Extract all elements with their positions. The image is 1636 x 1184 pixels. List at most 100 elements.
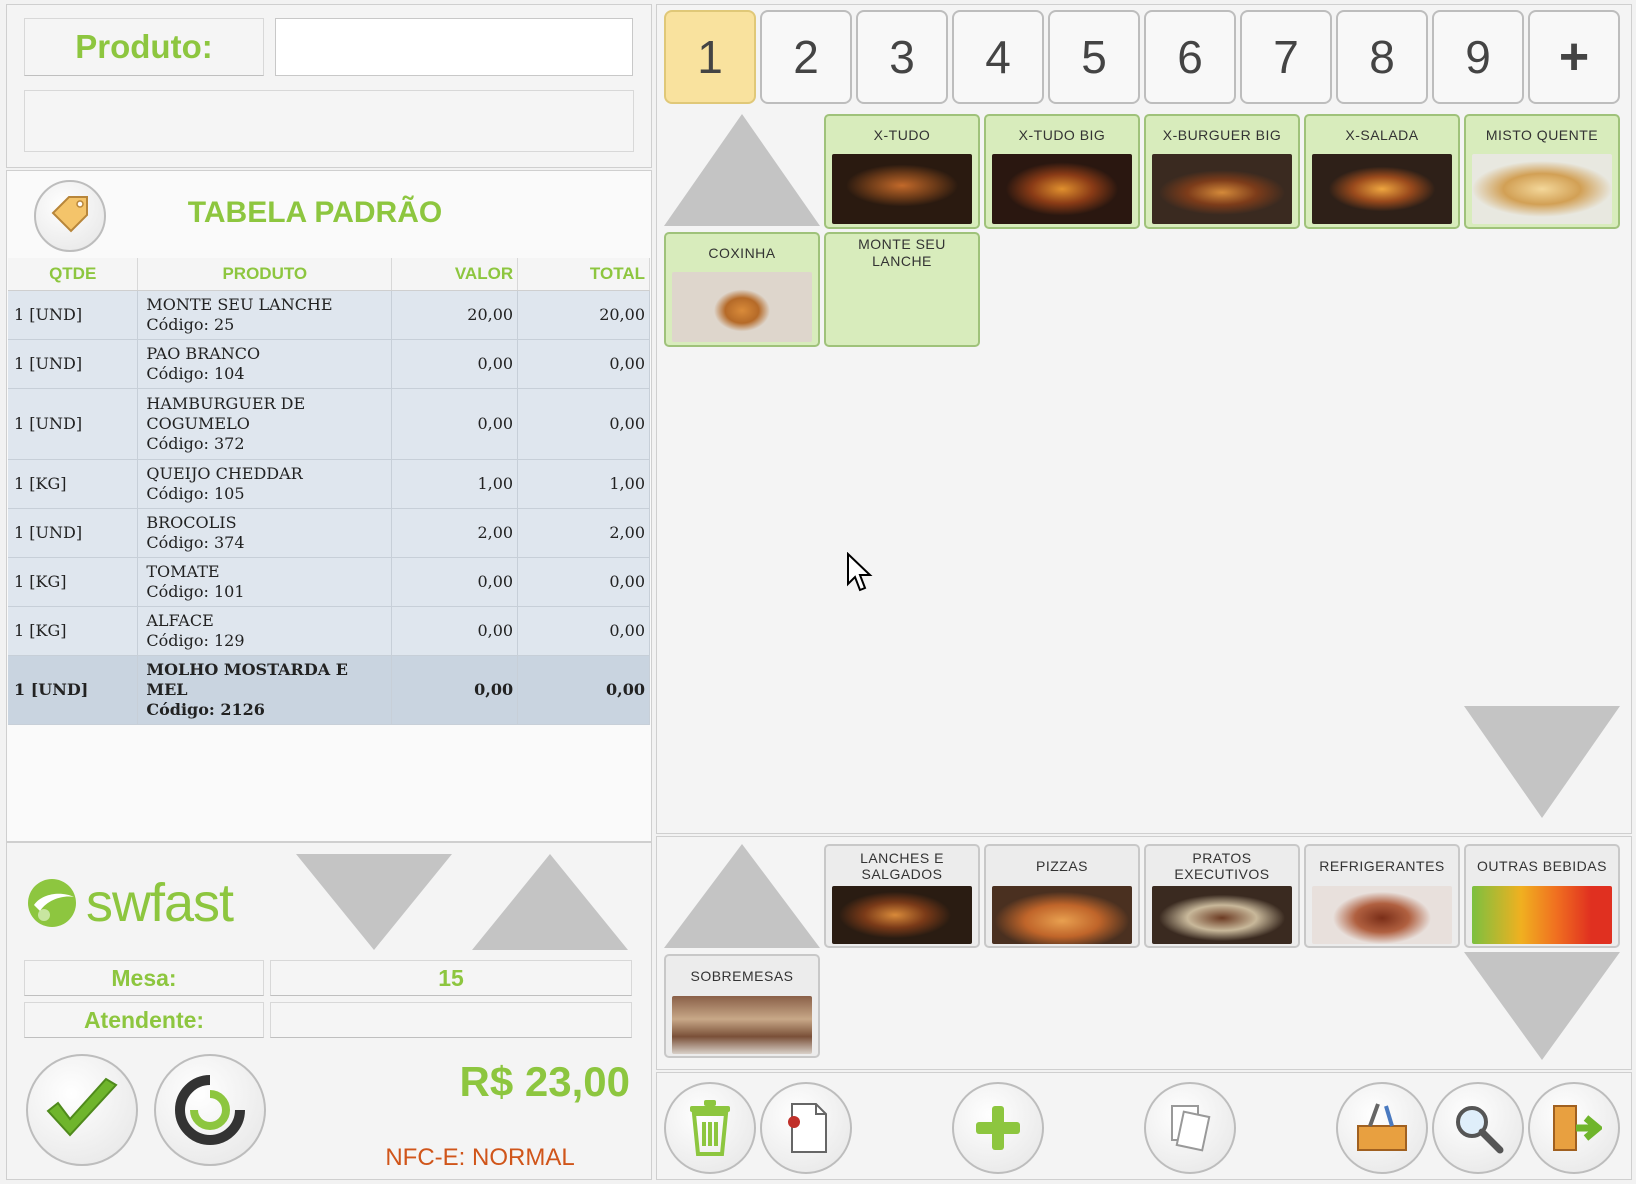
row-product-code: Código: 372: [146, 433, 245, 453]
scroll-up-order-button[interactable]: [472, 854, 628, 950]
row-product-name: BROCOLIS: [146, 512, 237, 532]
row-qty: 1 [KG]: [8, 459, 139, 509]
row-value: 20,00: [391, 290, 519, 340]
row-total: 1,00: [517, 459, 650, 509]
page-tab-3[interactable]: 3: [856, 10, 948, 104]
table-row[interactable]: 1 [KG] QUEIJO CHEDDAR Código: 105 1,00 1,…: [8, 459, 650, 509]
table-row[interactable]: 1 [KG] ALFACE Código: 129 0,00 0,00: [8, 606, 650, 656]
column-header-total: TOTAL: [517, 258, 650, 291]
toolbox-icon: [1357, 1103, 1407, 1151]
category-pratos-executivos[interactable]: PRATOS EXECUTIVOS: [1144, 844, 1300, 948]
row-product: MOLHO MOSTARDA E MEL Código: 2126: [137, 655, 393, 725]
product-card-x-salada[interactable]: X-SALADA: [1304, 114, 1460, 229]
delete-button[interactable]: [664, 1082, 756, 1174]
row-value: 2,00: [391, 508, 519, 558]
dessert-photo: [672, 996, 812, 1054]
burger-photo: [832, 886, 972, 944]
table-row[interactable]: 1 [UND] HAMBURGUER DE COGUMELO Código: 37…: [8, 388, 650, 460]
table-row[interactable]: 1 [KG] TOMATE Código: 101 0,00 0,00: [8, 557, 650, 607]
scroll-down-order-button[interactable]: [296, 854, 452, 950]
row-product-code: Código: 105: [146, 483, 245, 503]
category-sobremesas[interactable]: SOBREMESAS: [664, 954, 820, 1058]
burger-photo: [1312, 154, 1452, 224]
product-card-misto-quente[interactable]: MISTO QUENTE: [1464, 114, 1620, 229]
product-card-label: MISTO QUENTE: [1485, 126, 1599, 143]
column-header-product: PRODUTO: [137, 258, 393, 291]
product-card-label: X-SALADA: [1345, 126, 1419, 143]
price-table-button[interactable]: [34, 180, 106, 252]
trash-icon: [690, 1100, 730, 1156]
table-row[interactable]: 1 [UND] MONTE SEU LANCHE Código: 25 20,00…: [8, 290, 650, 340]
table-header-row: QTDE PRODUTO VALOR TOTAL: [8, 258, 650, 291]
column-header-qty: QTDE: [8, 258, 139, 291]
row-value: 0,00: [391, 388, 519, 460]
exit-button[interactable]: [1528, 1082, 1620, 1174]
copy-documents-button[interactable]: [1144, 1082, 1236, 1174]
burger-photo: [1152, 154, 1292, 224]
mouse-cursor-icon: [847, 552, 873, 592]
row-product-name: QUEIJO CHEDDAR: [146, 463, 303, 483]
row-total: 0,00: [517, 388, 650, 460]
table-row[interactable]: 1 [UND] BROCOLIS Código: 374 2,00 2,00: [8, 508, 650, 558]
category-label: PIZZAS: [1035, 858, 1088, 874]
product-card-x-tudo[interactable]: X-TUDO: [824, 114, 980, 229]
refresh-button[interactable]: [154, 1054, 266, 1166]
row-product: PAO BRANCO Código: 104: [137, 339, 393, 389]
add-item-button[interactable]: [952, 1082, 1044, 1174]
category-label: OUTRAS BEBIDAS: [1477, 858, 1607, 874]
row-product-code: Código: 101: [146, 581, 245, 601]
row-product-name: TOMATE: [146, 561, 220, 581]
row-product-code: Código: 374: [146, 532, 245, 552]
category-pizzas[interactable]: PIZZAS: [984, 844, 1140, 948]
category-refrigerantes[interactable]: REFRIGERANTES: [1304, 844, 1460, 948]
page-tab-add[interactable]: +: [1528, 10, 1620, 104]
product-input[interactable]: [275, 18, 633, 76]
tools-button[interactable]: [1336, 1082, 1428, 1174]
page-tab-6[interactable]: 6: [1144, 10, 1236, 104]
scroll-up-categories-button[interactable]: [664, 844, 820, 948]
row-qty: 1 [UND]: [8, 339, 139, 389]
page-tab-9[interactable]: 9: [1432, 10, 1524, 104]
sandwich-photo: [1472, 154, 1612, 224]
row-value: 0,00: [391, 655, 519, 725]
row-product-code: Código: 129: [146, 630, 245, 650]
table-number-field[interactable]: 15: [270, 960, 632, 996]
category-label: LANCHES E SALGADOS: [860, 850, 944, 882]
product-card-monte-seu-lanche[interactable]: MONTE SEU LANCHE: [824, 232, 980, 347]
page-tab-8[interactable]: 8: [1336, 10, 1428, 104]
table-row-selected[interactable]: 1 [UND] MOLHO MOSTARDA E MEL Código: 2126…: [8, 655, 650, 725]
page-tab-7[interactable]: 7: [1240, 10, 1332, 104]
document-button[interactable]: [760, 1082, 852, 1174]
page-tab-4[interactable]: 4: [952, 10, 1044, 104]
scroll-down-products-button[interactable]: [1464, 706, 1620, 818]
swfast-logo-icon: [28, 879, 76, 927]
scroll-up-products-button[interactable]: [664, 114, 820, 226]
row-product-code: Código: 2126: [146, 699, 265, 719]
product-card-x-tudo-big[interactable]: X-TUDO BIG: [984, 114, 1140, 229]
page-tab-2[interactable]: 2: [760, 10, 852, 104]
row-qty: 1 [UND]: [8, 388, 139, 460]
row-value: 0,00: [391, 557, 519, 607]
search-button[interactable]: [1432, 1082, 1524, 1174]
product-card-coxinha[interactable]: COXINHA: [664, 232, 820, 347]
row-qty: 1 [KG]: [8, 557, 139, 607]
page-tab-1[interactable]: 1: [664, 10, 756, 104]
order-total: R$ 23,00: [459, 1058, 630, 1105]
table-row[interactable]: 1 [UND] PAO BRANCO Código: 104 0,00 0,00: [8, 339, 650, 389]
category-lanches-e-salgados[interactable]: LANCHES E SALGADOS: [824, 844, 980, 948]
attendant-field[interactable]: [270, 1002, 632, 1038]
category-label: PRATOS EXECUTIVOS: [1174, 850, 1270, 882]
plus-icon: [976, 1106, 1020, 1150]
row-total: 2,00: [517, 508, 650, 558]
product-card-x-burguer-big[interactable]: X-BURGUER BIG: [1144, 114, 1300, 229]
soda-photo: [1312, 886, 1452, 944]
product-card-label: MONTE SEU LANCHE: [858, 236, 946, 269]
confirm-button[interactable]: [26, 1054, 138, 1166]
category-outras-bebidas[interactable]: OUTRAS BEBIDAS: [1464, 844, 1620, 948]
scroll-down-categories-button[interactable]: [1464, 952, 1620, 1060]
row-product: ALFACE Código: 129: [137, 606, 393, 656]
brand-name: swfast: [86, 873, 234, 933]
refresh-icon: [175, 1075, 245, 1145]
page-tab-5[interactable]: 5: [1048, 10, 1140, 104]
row-total: 0,00: [517, 339, 650, 389]
